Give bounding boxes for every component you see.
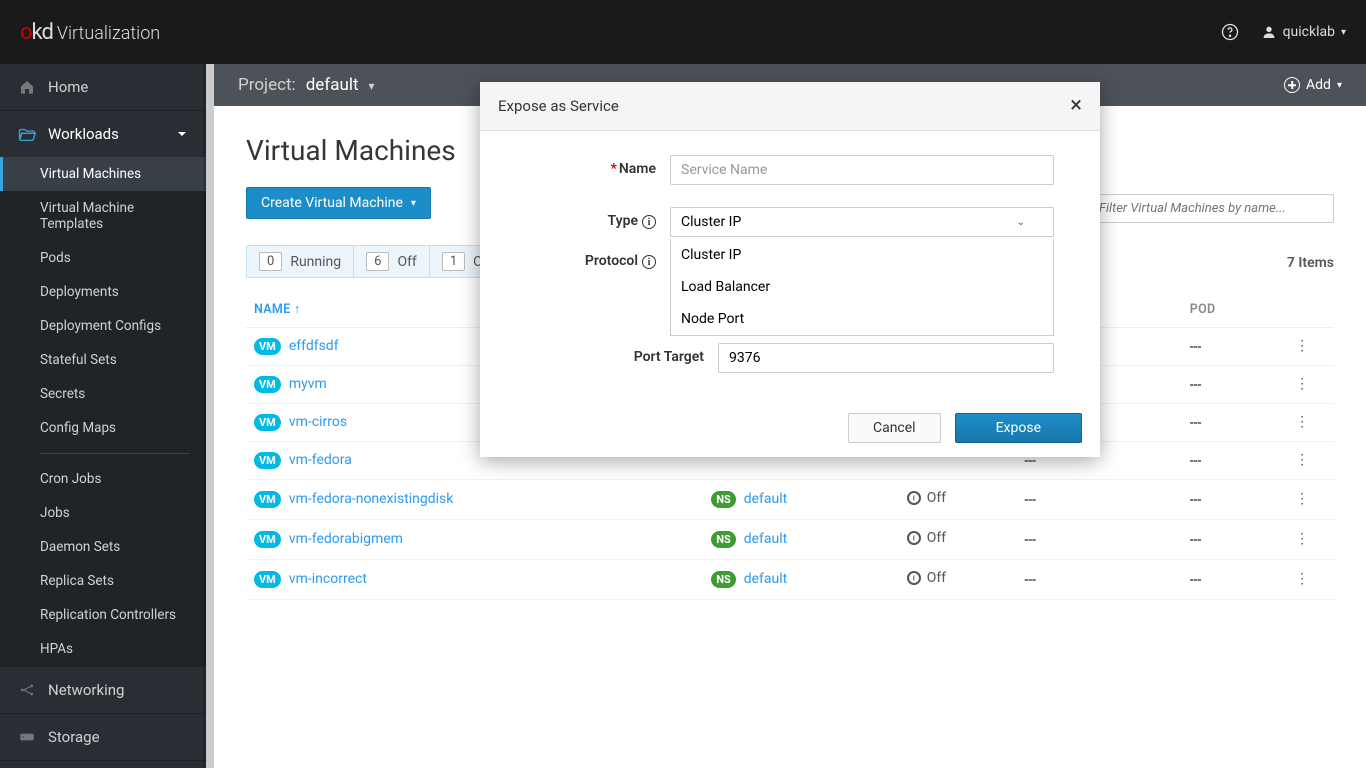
- cancel-button[interactable]: Cancel: [848, 413, 941, 443]
- storage-icon: [18, 728, 36, 746]
- chevron-down-icon: [176, 128, 188, 140]
- sidebar-label: Networking: [48, 681, 124, 699]
- sidebar-label: Workloads: [48, 125, 119, 143]
- form-label-port-target: Port Target: [480, 343, 718, 365]
- type-option-cluster-ip[interactable]: Cluster IP: [671, 239, 1053, 271]
- username: quicklab: [1283, 24, 1335, 40]
- brand: okd Virtualization: [20, 20, 160, 45]
- sidebar-item-secrets[interactable]: Secrets: [0, 377, 206, 411]
- logo-kd: kd: [32, 20, 53, 45]
- sidebar-item-replication-controllers[interactable]: Replication Controllers: [0, 598, 206, 632]
- folder-open-icon: [18, 125, 36, 143]
- sidebar-sublist: Virtual Machines Virtual Machine Templat…: [0, 157, 206, 666]
- main-content: Project: default ▾ Add ▾ Virtual Machine…: [214, 64, 1366, 768]
- sidebar-item-jobs[interactable]: Jobs: [0, 496, 206, 530]
- type-select[interactable]: Cluster IP ⌄: [670, 207, 1054, 237]
- sidebar-item-hpas[interactable]: HPAs: [0, 632, 206, 666]
- info-icon[interactable]: i: [642, 215, 656, 229]
- service-name-input[interactable]: [670, 155, 1054, 185]
- expose-button[interactable]: Expose: [955, 413, 1082, 443]
- sidebar-label: Home: [48, 78, 88, 96]
- top-bar: okd Virtualization quicklab ▾: [0, 0, 1366, 64]
- chevron-down-icon: ⌄: [1017, 217, 1025, 228]
- type-dropdown: Cluster IP Load Balancer Node Port: [670, 239, 1054, 336]
- sidebar-item-vm-templates[interactable]: Virtual Machine Templates: [0, 191, 206, 241]
- modal-overlay: Expose as Service × *Name Typei Cluster …: [214, 64, 1366, 768]
- sidebar-item-cron-jobs[interactable]: Cron Jobs: [0, 462, 206, 496]
- sidebar-item-stateful-sets[interactable]: Stateful Sets: [0, 343, 206, 377]
- type-option-node-port[interactable]: Node Port: [671, 303, 1053, 335]
- modal-header: Expose as Service ×: [480, 82, 1100, 131]
- type-option-load-balancer[interactable]: Load Balancer: [671, 271, 1053, 303]
- sidebar-label: Storage: [48, 728, 100, 746]
- sidebar-item-pods[interactable]: Pods: [0, 241, 206, 275]
- sidebar-item-storage[interactable]: Storage: [0, 714, 206, 760]
- sidebar-item-daemon-sets[interactable]: Daemon Sets: [0, 530, 206, 564]
- sidebar-item-deployments[interactable]: Deployments: [0, 275, 206, 309]
- expose-service-modal: Expose as Service × *Name Typei Cluster …: [480, 82, 1100, 457]
- help-icon[interactable]: [1221, 23, 1239, 41]
- home-icon: [18, 78, 36, 96]
- network-icon: [18, 681, 36, 699]
- type-selected-value: Cluster IP: [681, 214, 741, 230]
- sidebar-item-workloads[interactable]: Workloads: [0, 111, 206, 157]
- sidebar-item-virtual-machines[interactable]: Virtual Machines: [0, 157, 206, 191]
- sidebar-item-deployment-configs[interactable]: Deployment Configs: [0, 309, 206, 343]
- chevron-down-icon: ▾: [1341, 27, 1346, 38]
- form-label-type: Typei: [480, 207, 670, 229]
- logo-o: o: [20, 20, 32, 45]
- sidebar-item-home[interactable]: Home: [0, 64, 206, 110]
- scrollbar[interactable]: [206, 64, 214, 768]
- modal-title: Expose as Service: [498, 97, 619, 115]
- info-icon[interactable]: i: [642, 255, 656, 269]
- close-icon[interactable]: ×: [1070, 95, 1082, 117]
- product-name: Virtualization: [57, 23, 160, 44]
- sidebar: Home Workloads Virtual Machines Virtual …: [0, 64, 206, 768]
- port-target-input[interactable]: [718, 343, 1054, 373]
- user-icon: [1261, 24, 1277, 40]
- form-label-name: *Name: [480, 155, 670, 177]
- sidebar-item-replica-sets[interactable]: Replica Sets: [0, 564, 206, 598]
- sidebar-item-monitoring[interactable]: Monitoring: [0, 761, 206, 768]
- sidebar-item-config-maps[interactable]: Config Maps: [0, 411, 206, 445]
- form-label-protocol: Protocoli: [480, 247, 670, 269]
- user-menu[interactable]: quicklab ▾: [1261, 24, 1346, 40]
- sidebar-item-networking[interactable]: Networking: [0, 667, 206, 713]
